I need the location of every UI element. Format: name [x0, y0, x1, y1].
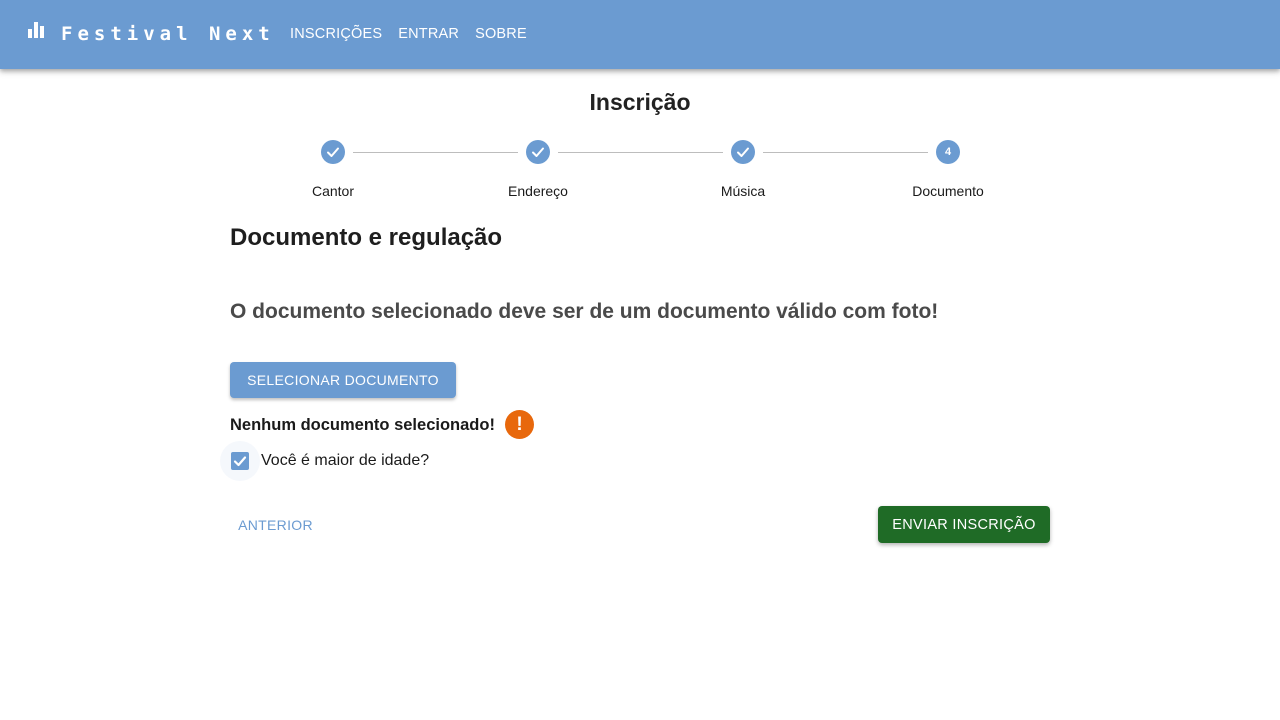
document-notice: O documento selecionado deve ser de um d…: [230, 300, 939, 323]
adult-checkbox-label[interactable]: Você é maior de idade?: [261, 451, 429, 471]
step-label-endereco: Endereço: [508, 183, 568, 199]
step-2-check-icon[interactable]: [526, 140, 550, 164]
check-icon: [233, 456, 247, 467]
step-connector: [353, 152, 518, 153]
app-bar: Festival Next INSCRIÇÕES ENTRAR SOBRE: [0, 0, 1280, 69]
page-title: Inscrição: [589, 89, 691, 115]
warning-icon: !: [505, 410, 534, 439]
main-nav: INSCRIÇÕES ENTRAR SOBRE: [290, 24, 527, 44]
step-1-check-icon[interactable]: [321, 140, 345, 164]
step-4-number[interactable]: 4: [936, 140, 960, 164]
select-document-button[interactable]: SELECIONAR DOCUMENTO: [230, 362, 456, 398]
submit-button[interactable]: ENVIAR INSCRIÇÃO: [878, 506, 1050, 543]
document-status: Nenhum documento selecionado!: [230, 416, 495, 434]
previous-button[interactable]: ANTERIOR: [230, 507, 321, 543]
step-label-cantor: Cantor: [311, 183, 355, 199]
nav-entrar[interactable]: ENTRAR: [398, 24, 459, 44]
bar-chart-icon: [28, 22, 44, 38]
step-3-check-icon[interactable]: [731, 140, 755, 164]
step-connector: [558, 152, 723, 153]
app-title[interactable]: Festival Next: [61, 22, 275, 46]
nav-inscricoes[interactable]: INSCRIÇÕES: [290, 24, 382, 44]
step-label-musica: Música: [720, 183, 766, 199]
nav-sobre[interactable]: SOBRE: [475, 24, 527, 44]
adult-checkbox[interactable]: [231, 452, 249, 470]
step-label-documento: Documento: [912, 183, 984, 199]
section-title: Documento e regulação: [230, 224, 503, 251]
step-connector: [763, 152, 928, 153]
